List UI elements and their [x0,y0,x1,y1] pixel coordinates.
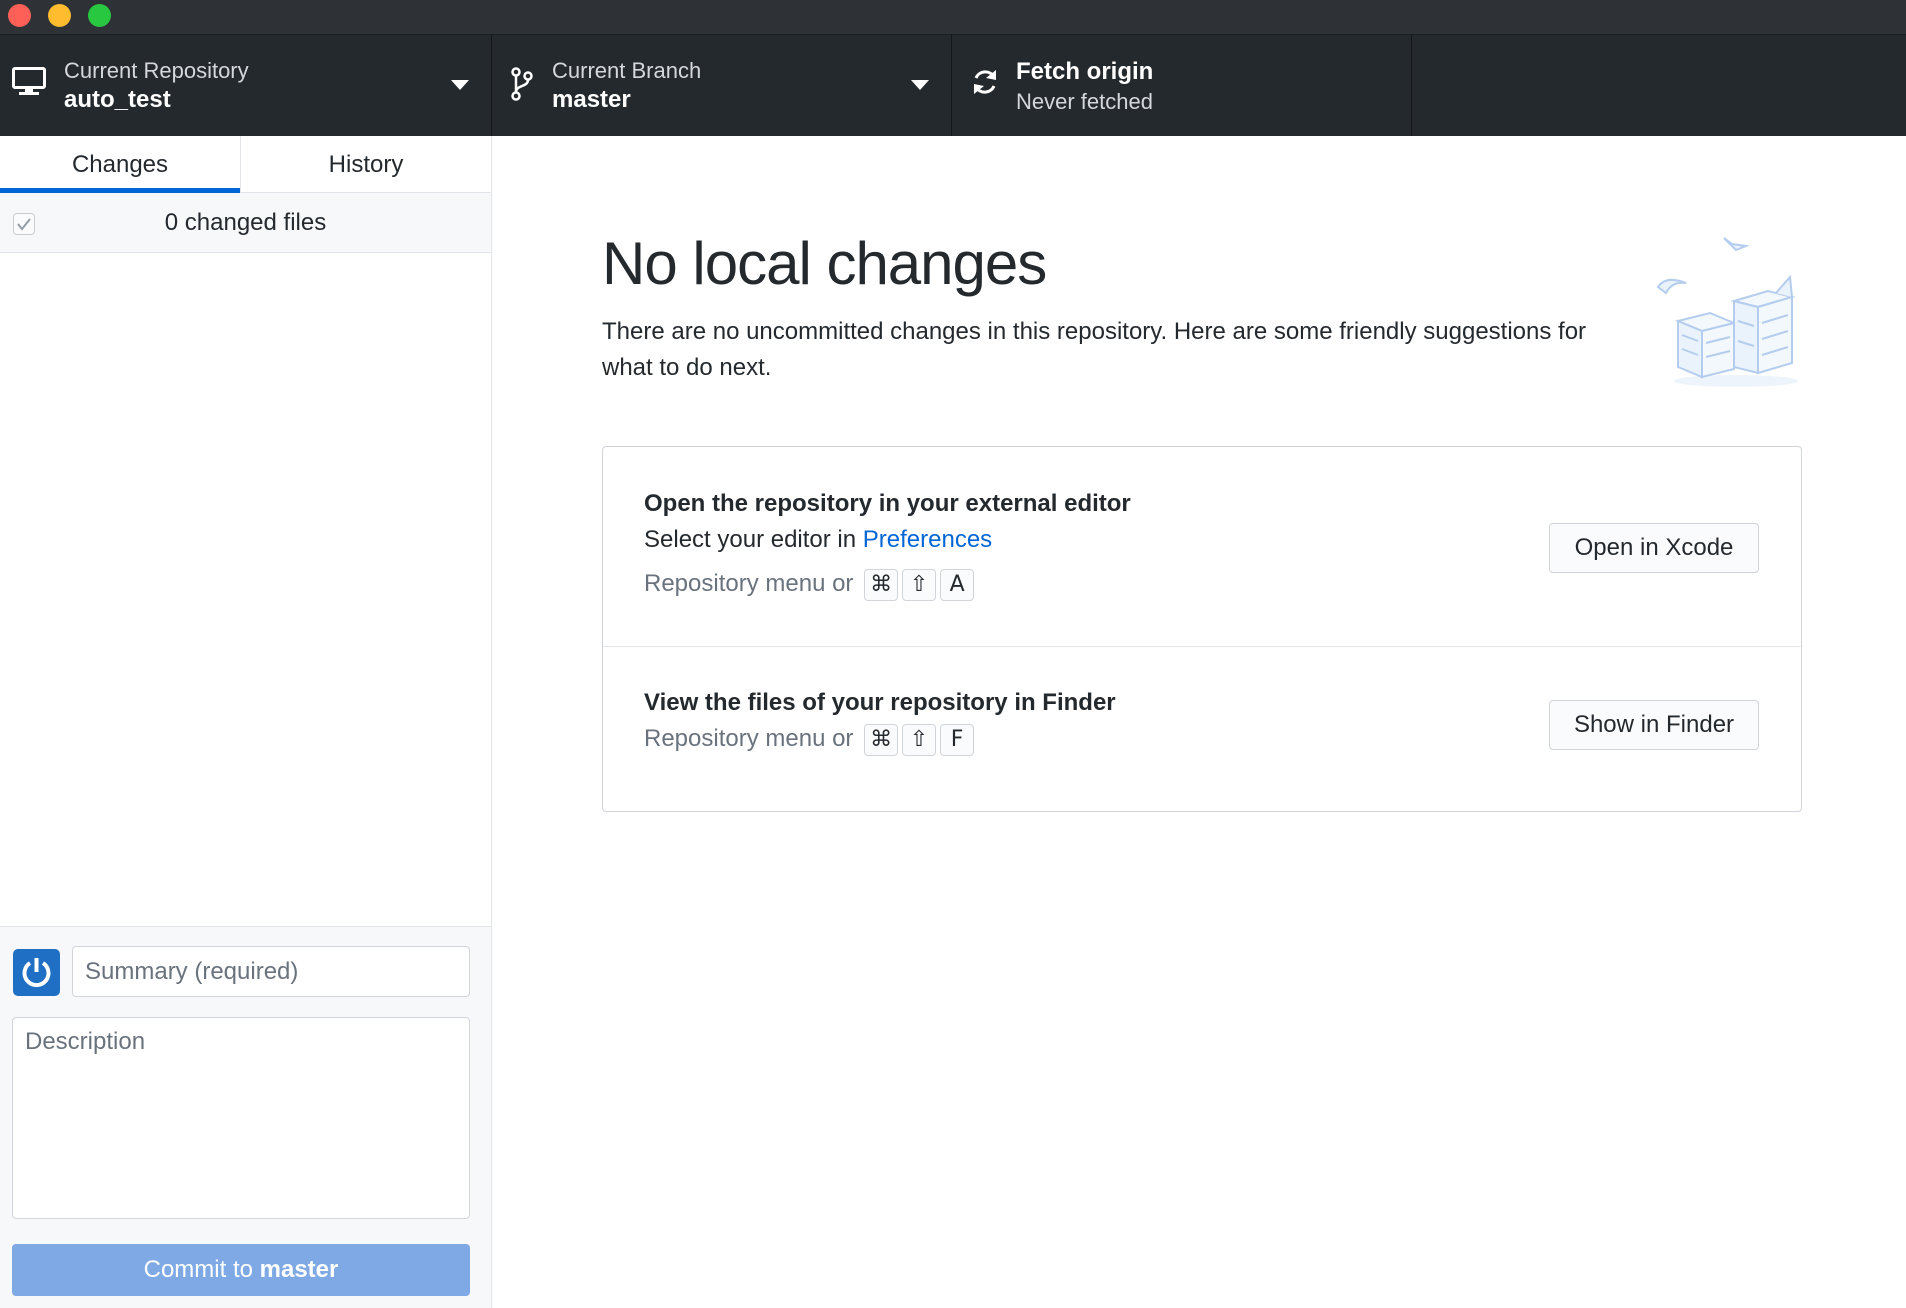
window-minimize-button[interactable] [48,4,71,27]
app-toolbar: Current Repository auto_test Current Bra… [0,35,1906,136]
tab-changes[interactable]: Changes [0,136,240,193]
desktop-computer-icon [12,67,46,102]
letter-key: A [940,568,975,601]
current-repository-name: auto_test [64,86,171,113]
sync-icon [970,67,1000,102]
select-all-checkbox[interactable] [13,213,35,235]
empty-boxes-illustration-icon [1656,231,1806,396]
commit-description-input[interactable] [12,1017,470,1219]
command-key: ⌘ [864,568,899,601]
keyboard-shortcut: Repository menu or ⌘ ⇧ A [644,567,975,601]
commit-message-area: Commit to master [0,926,491,1308]
suggestion-title: View the files of your repository in Fin… [644,689,1116,716]
checkmark-icon [17,218,31,231]
avatar [13,949,60,996]
chevron-down-icon [911,80,929,90]
fetch-origin-title: Fetch origin [1016,58,1154,85]
changes-list-header: 0 changed files [0,193,491,253]
keyboard-shortcut: Repository menu or ⌘ ⇧ F [644,722,975,756]
commit-button-branch: master [259,1256,339,1283]
shift-key: ⇧ [902,568,937,601]
shortcut-prefix: Repository menu or [644,725,854,752]
open-in-editor-button[interactable]: Open in Xcode [1549,523,1759,573]
letter-key: F [940,723,975,756]
current-branch-dropdown[interactable]: Current Branch master [492,35,952,136]
shortcut-prefix: Repository menu or [644,570,854,597]
changes-sidebar: Changes History 0 changed files Commit t… [0,136,492,1308]
window-close-button[interactable] [8,4,31,27]
git-branch-icon [510,67,534,106]
suggestion-open-editor: Open the repository in your external edi… [603,447,1801,647]
sidebar-tabs: Changes History [0,136,491,193]
tab-history[interactable]: History [240,136,491,193]
page-title: No local changes [602,230,1047,297]
window-maximize-button[interactable] [88,4,111,27]
window-titlebar [0,0,1906,35]
preferences-link[interactable]: Preferences [863,526,992,553]
commit-button[interactable]: Commit to master [12,1244,470,1296]
current-repository-label: Current Repository [64,58,249,83]
main-content: No local changes There are no uncommitte… [492,136,1906,1308]
fetch-origin-button[interactable]: Fetch origin Never fetched [952,35,1412,136]
power-avatar-icon [22,958,51,988]
page-subtitle: There are no uncommitted changes in this… [602,318,1587,381]
fetch-status: Never fetched [1016,89,1153,114]
commit-button-prefix: Commit to [143,1256,260,1283]
suggestion-show-in-finder: View the files of your repository in Fin… [603,647,1801,811]
suggestions-card: Open the repository in your external edi… [602,446,1802,812]
current-branch-name: master [552,86,631,113]
chevron-down-icon [451,80,469,90]
show-in-finder-button[interactable]: Show in Finder [1549,700,1759,750]
current-branch-label: Current Branch [552,58,702,83]
suggestion-title: Open the repository in your external edi… [644,490,1131,517]
current-repository-dropdown[interactable]: Current Repository auto_test [0,35,492,136]
suggestion-description-text: Select your editor in [644,526,863,553]
suggestion-description: Select your editor in Preferences [644,525,992,555]
commit-summary-input[interactable] [72,946,470,997]
changed-files-count: 0 changed files [164,209,327,236]
shift-key: ⇧ [902,723,937,756]
command-key: ⌘ [864,723,899,756]
